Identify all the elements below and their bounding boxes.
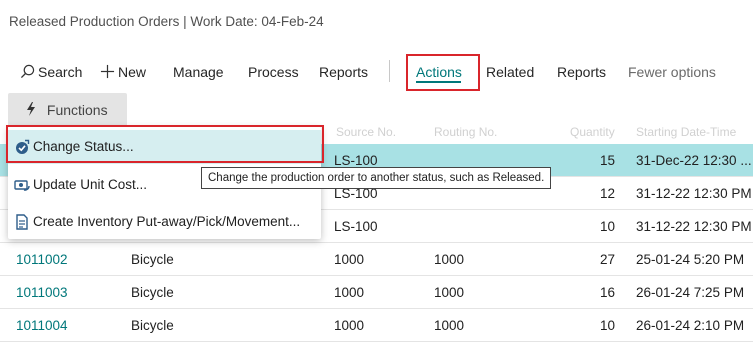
search-button[interactable]: Search	[20, 54, 82, 90]
document-icon	[16, 214, 28, 230]
page-title: Released Production Orders | Work Date: …	[9, 14, 324, 29]
fewer-options-button[interactable]: Fewer options	[628, 54, 716, 90]
lightning-icon	[27, 102, 35, 117]
manage-menu[interactable]: Manage	[173, 54, 224, 90]
cell-routing-no: 1000	[434, 318, 465, 333]
new-label: New	[118, 64, 147, 80]
table-row[interactable]: 1011004 Bicycle 1000 1000 10 26-01-24 2:…	[0, 309, 753, 342]
cell-quantity: 15	[599, 153, 615, 168]
change-status-highlight-box	[6, 125, 324, 163]
cell-starting-date: 26-01-24 7:25 PM	[636, 285, 745, 300]
cell-no[interactable]: 1011004	[16, 318, 68, 333]
cell-starting-date: 31-12-22 12:30 PM	[636, 219, 752, 234]
cell-starting-date: 26-01-24 2:10 PM	[636, 318, 745, 333]
cell-source-no: LS-100	[334, 219, 378, 234]
cell-source-no: LS-100	[334, 153, 378, 168]
col-quantity[interactable]: Quantity	[570, 125, 615, 139]
cell-description: Bicycle	[131, 252, 174, 267]
search-label: Search	[38, 64, 83, 80]
process-menu[interactable]: Process	[248, 54, 299, 90]
cell-starting-date: 31-Dec-22 12:30 ...	[636, 153, 752, 168]
cell-quantity: 10	[599, 318, 615, 333]
cell-quantity: 12	[599, 186, 615, 201]
actions-highlight-box	[406, 54, 480, 91]
update-cost-icon	[14, 180, 30, 191]
cell-quantity: 10	[599, 219, 615, 234]
functions-label: Functions	[46, 102, 108, 118]
action-bar: Search New Manage Process Reports Action…	[0, 54, 753, 91]
cell-quantity: 27	[599, 252, 615, 267]
table-row[interactable]: 1011003 Bicycle 1000 1000 16 26-01-24 7:…	[0, 276, 753, 309]
tooltip: Change the production order to another s…	[201, 167, 552, 189]
reports-menu[interactable]: Reports	[319, 54, 368, 90]
cell-no[interactable]: 1011002	[16, 252, 68, 267]
plus-icon	[100, 64, 115, 78]
cell-starting-date: 25-01-24 5:20 PM	[636, 252, 745, 267]
cell-no[interactable]: 1011003	[16, 285, 68, 300]
reports-secondary-menu[interactable]: Reports	[557, 54, 606, 90]
col-routing-no[interactable]: Routing No.	[434, 125, 497, 139]
cell-routing-no: 1000	[434, 285, 465, 300]
related-menu[interactable]: Related	[486, 54, 534, 90]
col-source-no[interactable]: Source No.	[336, 125, 396, 139]
col-starting-date[interactable]: Starting Date-Time	[636, 125, 736, 139]
menu-item-create-inventory[interactable]: Create Inventory Put-away/Pick/Movement.…	[8, 205, 321, 239]
cell-routing-no: 1000	[434, 252, 465, 267]
cell-source-no: 1000	[334, 252, 365, 267]
cell-description: Bicycle	[131, 285, 174, 300]
cell-starting-date: 31-12-22 12:30 PM	[636, 186, 752, 201]
menu-item-label: Update Unit Cost...	[33, 177, 148, 192]
new-button[interactable]: New	[100, 54, 146, 90]
cell-source-no: 1000	[334, 285, 365, 300]
search-icon	[20, 64, 35, 78]
divider	[389, 60, 390, 82]
cell-source-no: 1000	[334, 318, 365, 333]
cell-description: Bicycle	[131, 318, 174, 333]
cell-quantity: 16	[599, 285, 615, 300]
table-row[interactable]: 1011002 Bicycle 1000 1000 27 25-01-24 5:…	[0, 243, 753, 276]
menu-item-label: Create Inventory Put-away/Pick/Movement.…	[33, 214, 301, 229]
